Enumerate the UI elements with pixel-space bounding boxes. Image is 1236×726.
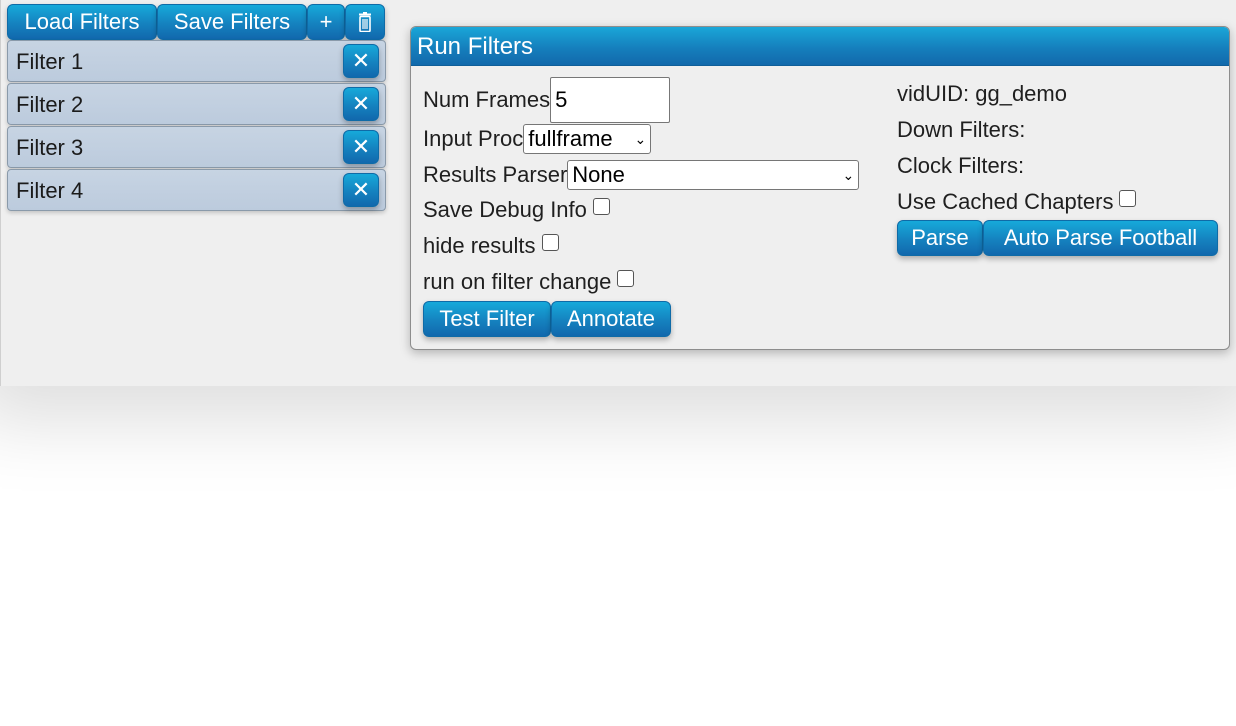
- results-parser-label: Results Parser: [423, 162, 568, 187]
- test-filter-button[interactable]: Test Filter: [423, 301, 551, 337]
- filter-item[interactable]: Filter 2 ✕: [7, 83, 386, 125]
- down-filters-text: Down Filters:: [897, 117, 1025, 143]
- use-cached-label: Use Cached Chapters: [897, 189, 1114, 214]
- auto-parse-football-button[interactable]: Auto Parse Football: [983, 220, 1218, 256]
- filter-label: Filter 2: [16, 92, 84, 117]
- clock-filters-text: Clock Filters:: [897, 153, 1024, 179]
- save-debug-label: Save Debug Info: [423, 197, 587, 222]
- num-frames-input[interactable]: [550, 77, 671, 123]
- remove-filter-button[interactable]: ✕: [343, 173, 379, 207]
- add-filter-button[interactable]: +: [307, 4, 345, 40]
- filter-label: Filter 4: [16, 178, 84, 203]
- hide-results-label: hide results: [423, 233, 536, 258]
- num-frames-label: Num Frames: [423, 87, 551, 112]
- remove-filter-button[interactable]: ✕: [343, 130, 379, 164]
- save-debug-row: Save Debug Info: [423, 197, 610, 223]
- run-on-change-label: run on filter change: [423, 269, 612, 294]
- remove-filter-button[interactable]: ✕: [343, 44, 379, 78]
- chevron-down-icon: ⌄: [842, 166, 855, 183]
- chevron-down-icon: ⌄: [634, 130, 647, 147]
- close-icon: ✕: [351, 134, 371, 159]
- run-on-change-row: run on filter change: [423, 269, 635, 295]
- close-icon: ✕: [351, 177, 371, 202]
- use-cached-row: Use Cached Chapters: [897, 189, 1137, 215]
- results-parser-value: None: [572, 162, 625, 187]
- filter-label: Filter 3: [16, 135, 84, 160]
- input-proc-row: Input Proc fullframe ⌄: [423, 124, 652, 154]
- close-icon: ✕: [351, 48, 371, 73]
- input-proc-value: fullframe: [528, 126, 613, 151]
- trash-icon: [359, 12, 371, 32]
- results-parser-select[interactable]: None ⌄: [567, 160, 860, 190]
- left-action-buttons: Test Filter Annotate: [423, 301, 671, 337]
- right-action-buttons: Parse Auto Parse Football: [897, 220, 1218, 256]
- use-cached-checkbox[interactable]: [1119, 189, 1137, 207]
- clock-filters-label: Clock Filters:: [897, 153, 1025, 178]
- save-debug-checkbox[interactable]: [592, 197, 610, 215]
- down-filters-label: Down Filters:: [897, 117, 1026, 142]
- results-parser-row: Results Parser None ⌄: [423, 160, 860, 190]
- save-filters-button[interactable]: Save Filters: [157, 4, 307, 40]
- app-area: Load Filters Save Filters + Filter 1 ✕ F…: [0, 0, 1236, 386]
- filter-item[interactable]: Filter 1 ✕: [7, 40, 386, 82]
- run-filters-panel: Run Filters Num Frames Input Proc fullfr…: [410, 26, 1230, 350]
- hide-results-checkbox[interactable]: [541, 233, 559, 251]
- delete-filters-button[interactable]: [345, 4, 385, 40]
- filter-label: Filter 1: [16, 49, 84, 74]
- viduid-label: vidUID: gg_demo: [897, 81, 1067, 106]
- load-filters-button[interactable]: Load Filters: [7, 4, 157, 40]
- viduid-text: vidUID: gg_demo: [897, 81, 1067, 107]
- filter-toolbar: Load Filters Save Filters +: [7, 4, 385, 40]
- annotate-button[interactable]: Annotate: [551, 301, 671, 337]
- run-on-change-checkbox[interactable]: [617, 269, 635, 287]
- input-proc-select[interactable]: fullframe ⌄: [523, 124, 652, 154]
- num-frames-row: Num Frames: [423, 77, 671, 123]
- close-icon: ✕: [351, 91, 371, 116]
- filter-list: Filter 1 ✕ Filter 2 ✕ Filter 3 ✕ Filter …: [7, 40, 386, 212]
- input-proc-label: Input Proc: [423, 126, 524, 151]
- hide-results-row: hide results: [423, 233, 559, 259]
- panel-title: Run Filters: [411, 27, 1229, 66]
- remove-filter-button[interactable]: ✕: [343, 87, 379, 121]
- parse-button[interactable]: Parse: [897, 220, 983, 256]
- filter-item[interactable]: Filter 4 ✕: [7, 169, 386, 211]
- filter-item[interactable]: Filter 3 ✕: [7, 126, 386, 168]
